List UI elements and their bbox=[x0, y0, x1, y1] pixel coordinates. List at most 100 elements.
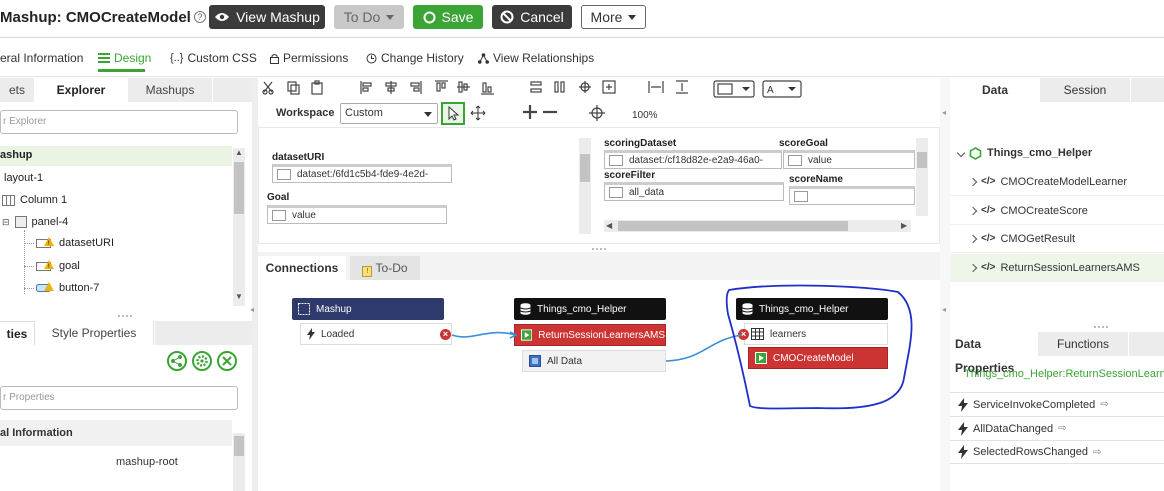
tab-custom-css[interactable]: {..} Custom CSS bbox=[170, 51, 257, 65]
chevron-down-icon[interactable] bbox=[956, 148, 966, 158]
properties-search-input[interactable]: r Properties bbox=[0, 386, 238, 410]
service-item[interactable]: </> CMOCreateModelLearner bbox=[950, 168, 1164, 196]
chevron-down-icon bbox=[424, 112, 432, 117]
tab-data-properties[interactable]: Data Properties bbox=[950, 332, 1038, 375]
tab-widgets[interactable]: ets bbox=[0, 78, 34, 102]
scrollbar-thumb[interactable] bbox=[917, 152, 927, 168]
scoringDataset-field[interactable]: dataset:/cf18d82e-e2a9-46a0- bbox=[604, 150, 782, 169]
event-item[interactable]: SelectedRowsChanged ⇨ bbox=[950, 440, 1164, 464]
design-canvas[interactable]: datasetURI dataset:/6fd1c5b4-fde9-4e2d- … bbox=[258, 127, 940, 244]
chevron-right-icon[interactable] bbox=[968, 263, 978, 272]
scoreName-field[interactable] bbox=[789, 186, 915, 205]
code-icon: </> bbox=[981, 262, 996, 273]
collapse-left-icon[interactable]: ◂ bbox=[250, 305, 254, 314]
scroll-left-icon[interactable]: ◀ bbox=[606, 221, 612, 230]
textbox-icon bbox=[609, 155, 623, 166]
share-button[interactable] bbox=[167, 351, 187, 371]
canvas-hscrollbar[interactable] bbox=[604, 220, 911, 232]
zoom-fit-button[interactable] bbox=[589, 104, 605, 120]
properties-section-header[interactable]: al Information bbox=[0, 420, 232, 446]
datasetURI-field[interactable]: dataset:/6fd1c5b4-fde9-4e2d- bbox=[272, 164, 452, 183]
tab-explorer[interactable]: Explorer bbox=[35, 78, 127, 102]
tree-column-1[interactable]: Column 1 bbox=[2, 194, 67, 206]
save-label: Save bbox=[441, 9, 474, 25]
view-mashup-button[interactable]: View Mashup bbox=[209, 5, 325, 29]
tree-datasetURI[interactable]: ! datasetURI bbox=[36, 237, 114, 249]
chevron-right-icon[interactable] bbox=[968, 206, 978, 215]
tree-panel-4[interactable]: ⊟ panel-4 bbox=[2, 216, 68, 228]
tree-connector bbox=[24, 288, 34, 289]
canvas-scrollbar-left[interactable] bbox=[579, 138, 591, 234]
todo-dropdown-button[interactable]: To Do bbox=[334, 5, 404, 29]
splitter-handle[interactable] bbox=[592, 248, 606, 250]
page-title: Mashup: CMOCreateModel? bbox=[0, 9, 206, 26]
top-bar: Mashup: CMOCreateModel? View Mashup To D… bbox=[0, 0, 1164, 38]
tab-style-properties[interactable]: Style Properties bbox=[34, 321, 154, 345]
tab-design[interactable]: Design bbox=[98, 51, 151, 65]
service-item[interactable]: </> CMOGetResult bbox=[950, 225, 1164, 253]
scoreGoal-field[interactable]: value bbox=[783, 150, 915, 169]
tree-layout[interactable]: layout-1 bbox=[4, 172, 43, 184]
tab-view-relationships[interactable]: View Relationships bbox=[478, 51, 594, 65]
cancel-button[interactable]: Cancel bbox=[492, 5, 572, 29]
ban-icon bbox=[500, 10, 514, 24]
chevron-right-icon[interactable] bbox=[968, 234, 978, 243]
thing-node[interactable]: Things_cmo_Helper bbox=[950, 139, 1164, 167]
scroll-right-icon[interactable]: ▶ bbox=[901, 221, 907, 230]
tab-functions[interactable]: Functions bbox=[1038, 332, 1128, 356]
lock-icon bbox=[270, 53, 279, 64]
chevron-right-icon[interactable] bbox=[968, 177, 978, 186]
collapse-right-top-icon[interactable]: ◂ bbox=[942, 108, 946, 117]
tree-goal[interactable]: ! goal bbox=[36, 260, 80, 272]
scrollbar-thumb[interactable] bbox=[580, 154, 590, 182]
save-button[interactable]: Save bbox=[413, 5, 483, 29]
move-tool-button[interactable] bbox=[470, 105, 486, 121]
tree-button-7[interactable]: button-7 bbox=[36, 282, 99, 294]
canvas-scrollbar-right[interactable] bbox=[916, 138, 928, 216]
collapse-right-icon[interactable]: ◂ bbox=[942, 305, 946, 314]
more-button[interactable]: More bbox=[581, 5, 646, 29]
tab-data[interactable]: Data bbox=[950, 78, 1040, 102]
zoom-out-button[interactable] bbox=[541, 104, 557, 120]
explorer-search-input[interactable]: r Explorer bbox=[0, 110, 238, 134]
goal-field[interactable]: value bbox=[267, 205, 447, 224]
settings-button[interactable] bbox=[192, 351, 212, 371]
scoreFilter-field[interactable]: all_data bbox=[604, 182, 784, 201]
scroll-up-icon[interactable]: ▲ bbox=[235, 148, 243, 157]
explorer-scrollbar[interactable] bbox=[233, 148, 245, 306]
tab-properties[interactable]: ties bbox=[0, 321, 34, 345]
properties-scrollbar[interactable] bbox=[233, 433, 245, 491]
scroll-down-icon[interactable]: ▼ bbox=[235, 292, 243, 301]
textbox-icon bbox=[277, 169, 291, 180]
event-item[interactable]: ServiceInvokeCompleted ⇨ bbox=[950, 392, 1164, 416]
service-item-selected[interactable]: </> ReturnSessionLearnersAMS bbox=[950, 254, 1164, 282]
close-properties-button[interactable] bbox=[217, 351, 237, 371]
splitter-handle[interactable] bbox=[1094, 326, 1108, 328]
tab-permissions[interactable]: Permissions bbox=[270, 51, 348, 65]
tree-label: datasetURI bbox=[59, 237, 115, 249]
tab-general-information[interactable]: eral Information bbox=[0, 51, 83, 65]
collapse-toggle-icon[interactable]: ⊟ bbox=[2, 217, 10, 228]
event-item[interactable]: AllDataChanged ⇨ bbox=[950, 416, 1164, 440]
service-item[interactable]: </> CMOCreateScore bbox=[950, 197, 1164, 225]
todo-label: To Do bbox=[343, 9, 381, 25]
chevron-down-icon bbox=[386, 14, 395, 20]
help-icon[interactable]: ? bbox=[193, 11, 206, 23]
tab-mashups[interactable]: Mashups bbox=[128, 78, 212, 102]
event-bolt-icon bbox=[958, 445, 968, 459]
tab-change-history[interactable]: Change History bbox=[366, 51, 464, 65]
select-tool-button[interactable] bbox=[441, 102, 465, 125]
scoreGoal-label: scoreGoal bbox=[779, 138, 828, 149]
right-splitter[interactable] bbox=[940, 78, 950, 491]
tree-label: button-7 bbox=[59, 282, 100, 294]
scrollbar-thumb[interactable] bbox=[234, 162, 244, 214]
tab-session[interactable]: Session bbox=[1040, 78, 1130, 102]
datasetURI-value: dataset:/6fd1c5b4-fde9-4e2d- bbox=[297, 169, 429, 180]
zoom-in-button[interactable] bbox=[517, 104, 533, 120]
scrollbar-thumb[interactable] bbox=[618, 221, 848, 231]
splitter-handle[interactable] bbox=[118, 315, 132, 317]
scoreFilter-value: all_data bbox=[629, 187, 665, 198]
tree-root-mashup[interactable]: ashup bbox=[0, 149, 32, 161]
scrollbar-thumb[interactable] bbox=[234, 436, 244, 456]
workspace-mode-select[interactable]: Custom bbox=[340, 103, 438, 124]
